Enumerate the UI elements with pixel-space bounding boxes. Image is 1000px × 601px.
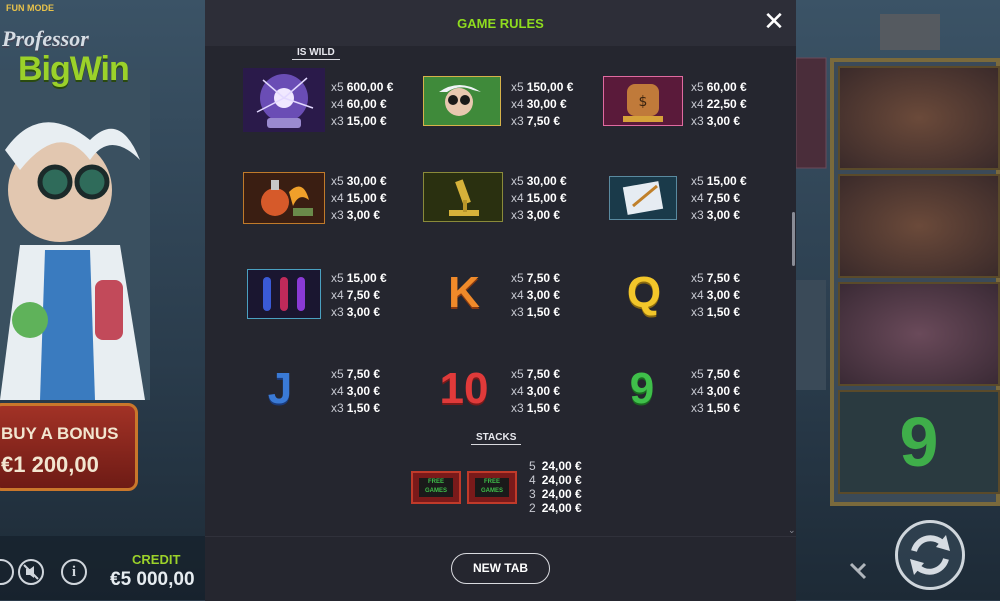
game-rules-modal: GAME RULES ✕ IS WILD x5 600,00 € x4 60,00 … bbox=[205, 0, 796, 601]
stacks-section-tag: STACKS bbox=[471, 432, 522, 445]
microscope-symbol bbox=[422, 171, 504, 223]
logo-line2: BigWin bbox=[18, 50, 130, 88]
free-games-symbol-1: FREE GAMES bbox=[411, 471, 461, 504]
plasma-ball-symbol bbox=[243, 68, 325, 132]
nine-symbol: 9 bbox=[629, 364, 655, 413]
paytable-ten: x5 7,50 € x4 3,00 € x3 1,50 € bbox=[511, 367, 561, 415]
reel-cell-jar bbox=[838, 282, 1000, 386]
scrollbar-thumb[interactable] bbox=[792, 212, 795, 266]
paytable-microscope: x5 30,00 € x4 15,00 € x3 3,00 € bbox=[511, 174, 567, 222]
notepad-symbol bbox=[608, 175, 678, 221]
professor-character bbox=[0, 70, 150, 400]
autoplay-off-icon[interactable] bbox=[845, 558, 871, 584]
sound-off-icon[interactable] bbox=[18, 559, 44, 585]
spin-button[interactable] bbox=[895, 520, 965, 590]
free-games-symbol-2: FREE GAMES bbox=[467, 471, 517, 504]
money-jar-symbol: $ bbox=[602, 75, 684, 127]
wild-section-tag: IS WILD bbox=[292, 47, 340, 60]
reel-cell-nine: 9 bbox=[838, 390, 1000, 494]
paytable-k: x5 7,50 € x4 3,00 € x3 1,50 € bbox=[511, 271, 561, 319]
paytable-nine: x5 7,50 € x4 3,00 € x3 1,50 € bbox=[691, 367, 741, 415]
j-symbol: J bbox=[267, 364, 293, 413]
logo-line1: Professor bbox=[2, 26, 89, 51]
paytable-money-jar: x5 60,00 € x4 22,50 € x3 3,00 € bbox=[691, 80, 747, 128]
svg-text:$: $ bbox=[639, 94, 648, 110]
reel-nine-symbol: 9 bbox=[899, 403, 939, 481]
modal-header: GAME RULES ✕ bbox=[205, 0, 796, 46]
paytable-j: x5 7,50 € x4 3,00 € x3 1,50 € bbox=[331, 367, 381, 415]
q-symbol: Q bbox=[626, 268, 662, 317]
buy-bonus-label: BUY A BONUS bbox=[1, 424, 119, 443]
buy-bonus-button[interactable]: BUY A BONUS €1 200,00 bbox=[0, 403, 138, 491]
reel-cell-flask-2 bbox=[838, 174, 1000, 278]
new-tab-button[interactable]: NEW TAB bbox=[451, 553, 550, 584]
scroll-down-icon[interactable]: ⌄ bbox=[788, 526, 796, 536]
fun-mode-label: FUN MODE bbox=[6, 3, 54, 13]
paytable-potion: x5 30,00 € x4 15,00 € x3 3,00 € bbox=[331, 174, 387, 222]
reel-column: 9 bbox=[830, 58, 1000, 506]
game-logo: Professor BigWin bbox=[0, 26, 140, 96]
paytable-professor: x5 150,00 € x4 30,00 € x3 7,50 € bbox=[511, 80, 574, 128]
close-icon[interactable]: ✕ bbox=[763, 9, 785, 35]
reel-cell-flask-1 bbox=[838, 66, 1000, 170]
credit-value: €5 000,00 bbox=[110, 569, 195, 590]
modal-title: GAME RULES bbox=[457, 16, 544, 31]
info-icon[interactable]: i bbox=[61, 559, 87, 585]
paytable-q: x5 7,50 € x4 3,00 € x3 1,50 € bbox=[691, 271, 741, 319]
professor-symbol bbox=[422, 75, 502, 127]
rules-scroll-area[interactable]: IS WILD x5 600,00 € x4 60,00 € x3 15,00 € x… bbox=[205, 46, 796, 536]
credit-label: CREDIT bbox=[132, 552, 181, 567]
paytable-notepad: x5 15,00 € x4 7,50 € x3 3,00 € bbox=[691, 174, 747, 222]
potion-flask-symbol bbox=[242, 171, 326, 225]
paytable-test-tubes: x5 15,00 € x4 7,50 € x3 3,00 € bbox=[331, 271, 387, 319]
k-symbol: K bbox=[448, 268, 480, 317]
paytable-plasma: x5 600,00 € x4 60,00 € x3 15,00 € bbox=[331, 80, 394, 128]
buy-bonus-price: €1 200,00 bbox=[1, 452, 99, 477]
free-games-label-2: FREE GAMES bbox=[475, 478, 509, 497]
free-games-label-1: FREE GAMES bbox=[419, 478, 453, 497]
ten-symbol: 10 bbox=[439, 364, 489, 413]
paytable-stacks: 5 24,00 € 4 24,00 € 3 24,00 € 2 24,00 € bbox=[529, 459, 582, 515]
test-tubes-symbol bbox=[246, 268, 322, 320]
spin-icon bbox=[910, 535, 950, 575]
left-game-panel: Professor BigWin FUN MODE BUY A BONUS €1… bbox=[0, 0, 205, 600]
